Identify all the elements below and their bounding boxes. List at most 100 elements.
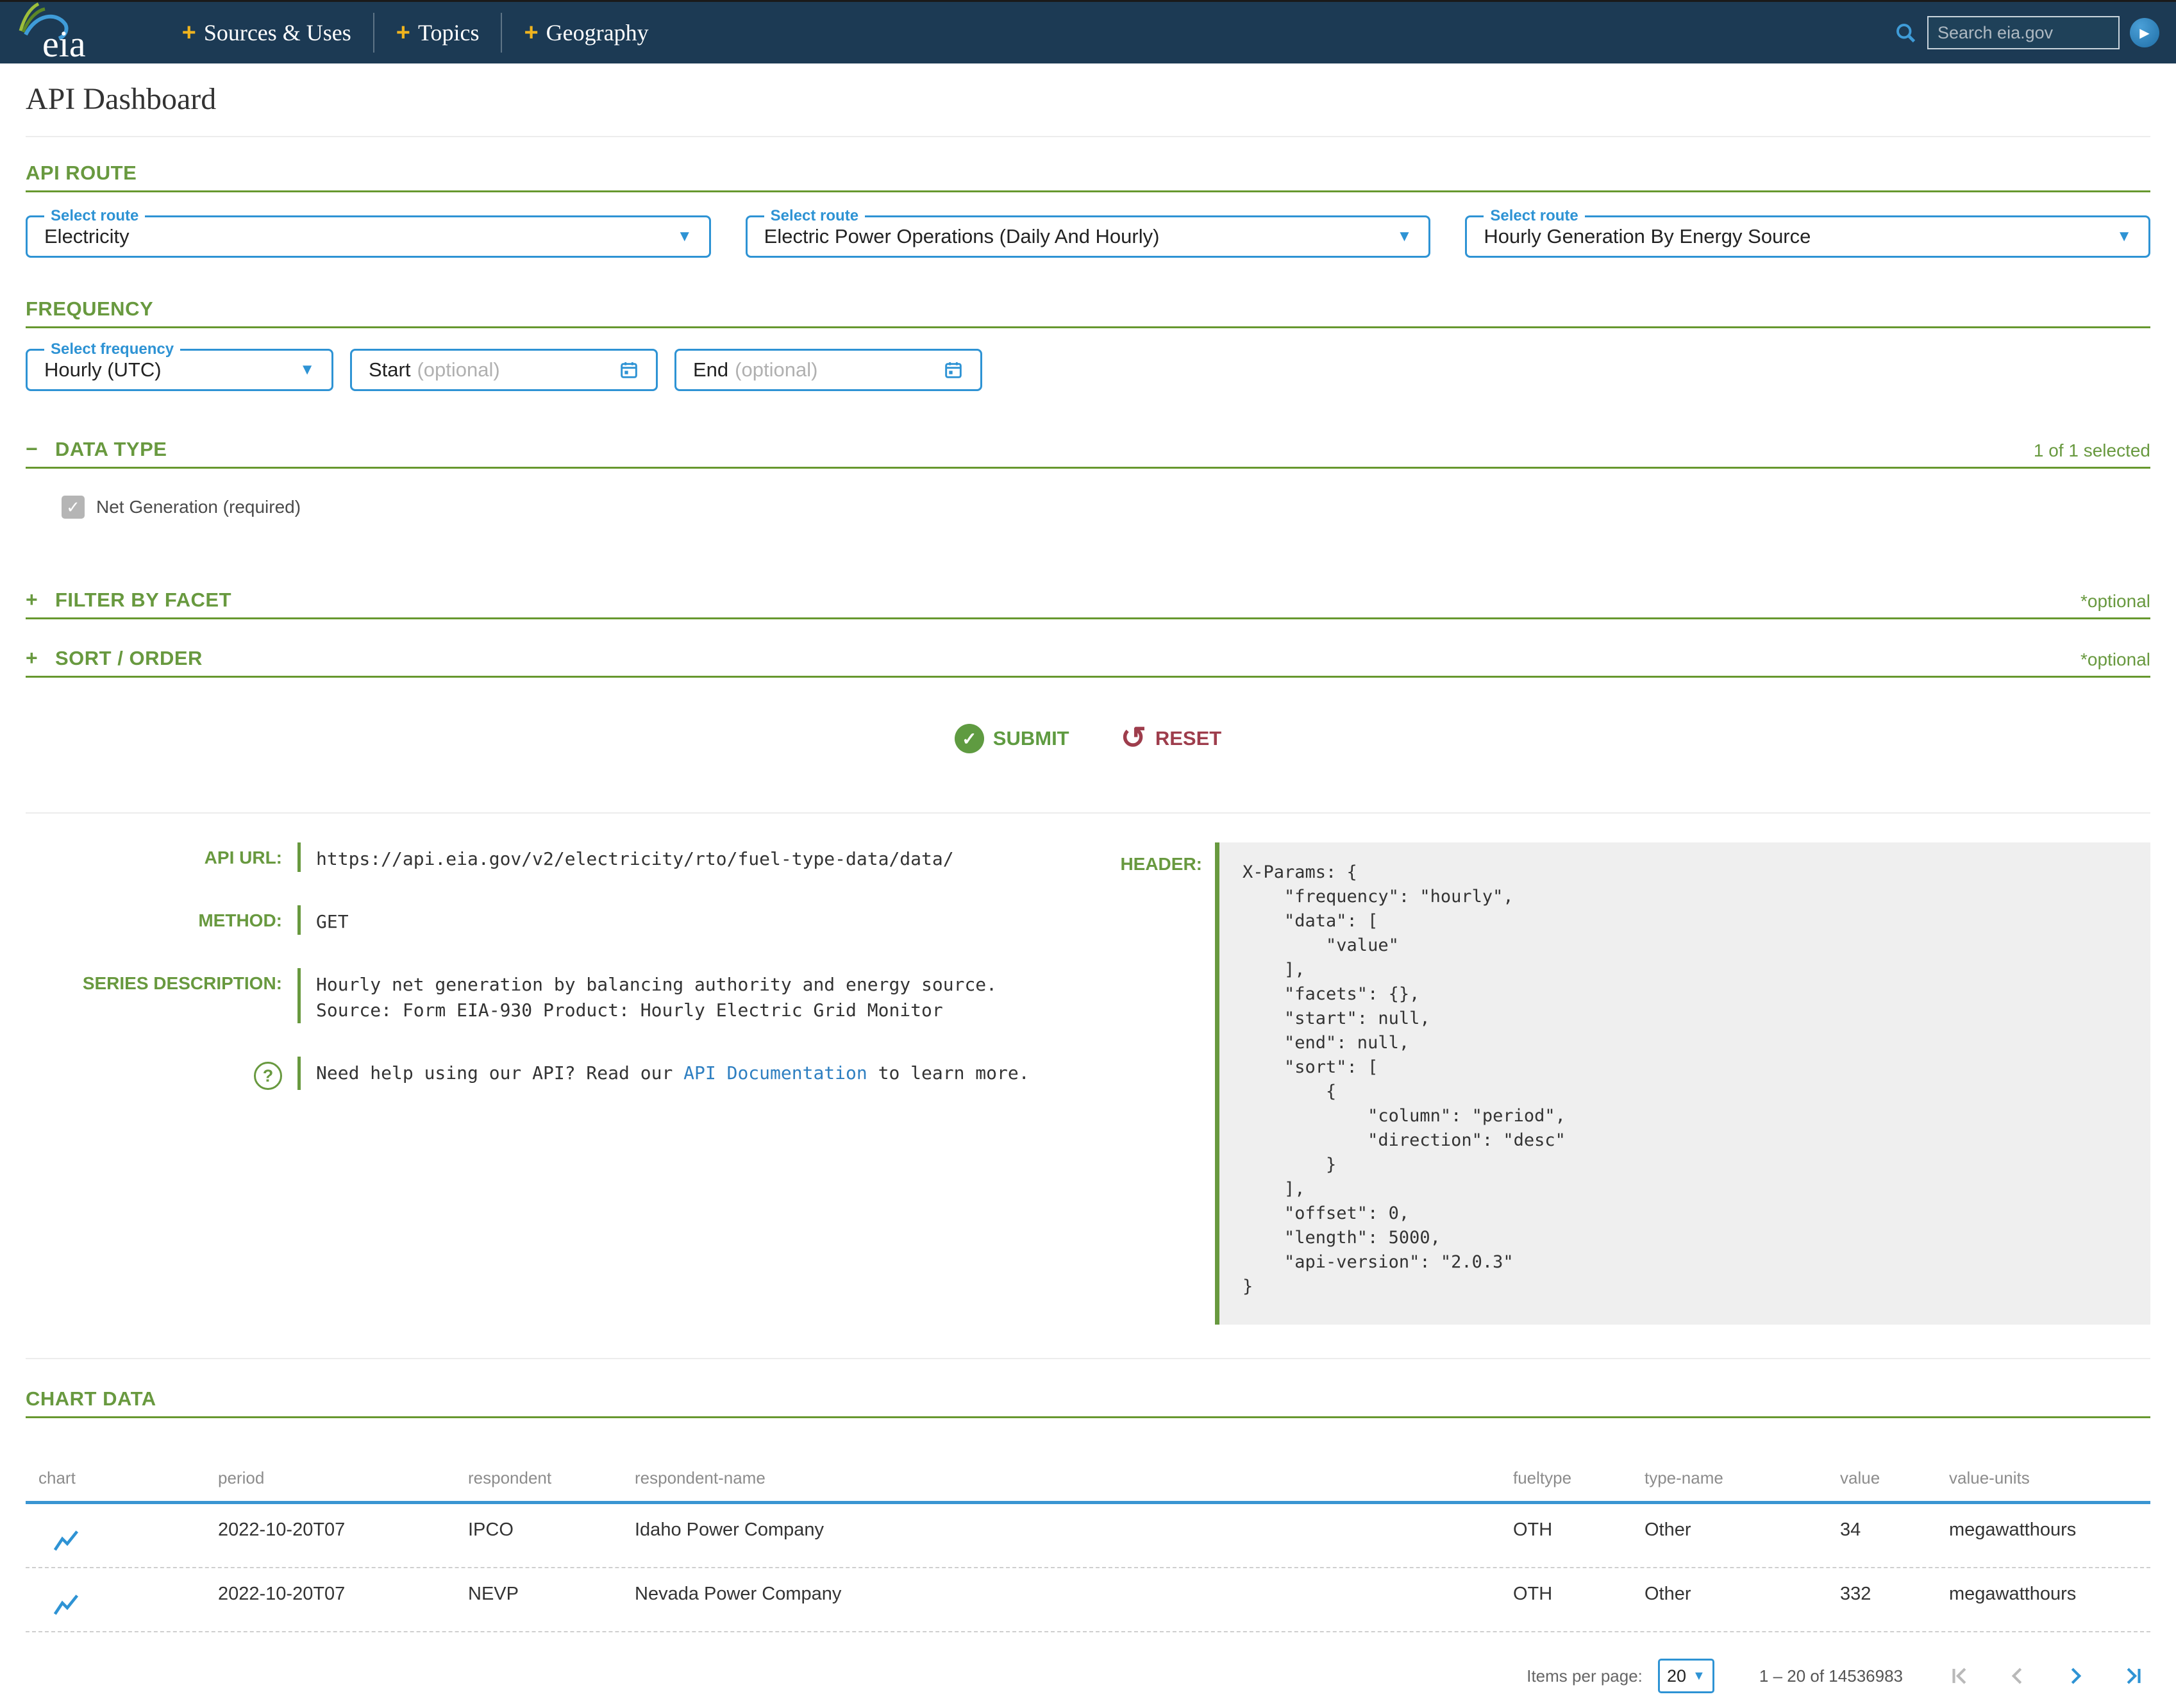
search-input[interactable] — [1927, 16, 2120, 49]
api-details-right: HEADER: X-Params: { "frequency": "hourly… — [1090, 842, 2150, 1325]
next-page-icon[interactable] — [2063, 1664, 2088, 1688]
header-code-block: X-Params: { "frequency": "hourly", "data… — [1215, 842, 2150, 1325]
last-page-icon[interactable] — [2121, 1664, 2145, 1688]
divider — [26, 812, 2150, 814]
pagination-bar: Items per page: 20 ▼ 1 – 20 of 14536983 — [0, 1644, 2176, 1708]
cell-value: 332 — [1840, 1584, 1949, 1631]
expand-plus-icon[interactable]: + — [26, 588, 55, 612]
cell-type-name: Other — [1645, 1520, 1840, 1567]
eia-logo-text: eia — [42, 26, 86, 63]
method-value: GET — [316, 905, 1090, 935]
help-text: Need help using our API? Read our API Do… — [316, 1057, 1090, 1090]
previous-page-icon[interactable] — [2005, 1664, 2030, 1688]
plus-icon: + — [524, 21, 538, 45]
api-documentation-link[interactable]: API Documentation — [683, 1062, 867, 1084]
expand-plus-icon[interactable]: + — [26, 646, 55, 670]
check-icon: ✓ — [66, 498, 80, 517]
top-navbar: eia + Sources & Uses + Topics + Geograph… — [0, 2, 2176, 63]
eia-logo[interactable]: eia — [17, 3, 86, 63]
col-header-value: value — [1840, 1468, 1949, 1488]
data-type-section-header[interactable]: − DATA TYPE 1 of 1 selected — [26, 437, 2150, 469]
cell-value: 34 — [1840, 1520, 1949, 1567]
first-page-icon[interactable] — [1948, 1664, 1972, 1688]
frequency-heading: FREQUENCY — [26, 297, 153, 320]
chevron-down-icon: ▼ — [1693, 1669, 1705, 1684]
help-text-suffix: to learn more. — [867, 1062, 1030, 1084]
nav-item-sources-uses[interactable]: + Sources & Uses — [182, 19, 351, 46]
chart-data-heading: CHART DATA — [26, 1387, 156, 1410]
api-route-heading: API ROUTE — [26, 162, 137, 184]
check-icon: ✓ — [962, 728, 976, 749]
start-date-field[interactable]: Start (optional) — [350, 349, 658, 391]
header-label: HEADER: — [1090, 842, 1202, 1325]
filter-facet-optional-label: *optional — [2080, 591, 2150, 612]
end-date-field[interactable]: End (optional) — [674, 349, 982, 391]
col-header-period: period — [218, 1468, 468, 1488]
submit-button[interactable]: ✓ SUBMIT — [955, 724, 1069, 753]
green-bar — [297, 905, 301, 935]
col-header-respondent-name: respondent-name — [635, 1468, 1513, 1488]
cell-fueltype: OTH — [1513, 1520, 1645, 1567]
reset-icon: ↺ — [1121, 727, 1146, 750]
nav-separator — [501, 13, 502, 53]
reset-button[interactable]: ↺ RESET — [1121, 724, 1222, 753]
cell-respondent-name: Nevada Power Company — [635, 1584, 1513, 1631]
cell-value-units: megawatthours — [1949, 1584, 2150, 1631]
route-select-2-value: Electric Power Operations (Daily And Hou… — [764, 225, 1160, 248]
start-date-placeholder: (optional) — [417, 358, 499, 381]
route-select-1[interactable]: Select route Electricity ▼ — [26, 215, 711, 258]
api-url-value: https://api.eia.gov/v2/electricity/rto/f… — [316, 842, 1090, 872]
filter-facet-section-header[interactable]: + FILTER BY FACET *optional — [26, 588, 2150, 619]
nav-item-topics[interactable]: + Topics — [396, 19, 480, 46]
data-type-selected-count: 1 of 1 selected — [2034, 440, 2150, 461]
route-select-3[interactable]: Select route Hourly Generation By Energy… — [1465, 215, 2150, 258]
api-details-left: API URL: https://api.eia.gov/v2/electric… — [26, 842, 1090, 1325]
divider — [26, 1358, 2150, 1359]
cell-value-units: megawatthours — [1949, 1520, 2150, 1567]
series-description-label: SERIES DESCRIPTION: — [26, 968, 282, 1023]
green-bar — [297, 1057, 301, 1090]
frequency-select-label: Select frequency — [44, 340, 180, 358]
search-icon — [1894, 21, 1917, 44]
series-description-line1: Hourly net generation by balancing autho… — [316, 972, 1090, 998]
data-type-heading: DATA TYPE — [55, 438, 167, 461]
calendar-icon[interactable] — [943, 360, 964, 380]
cell-respondent: IPCO — [468, 1520, 635, 1567]
net-generation-checkbox[interactable]: ✓ — [62, 496, 85, 519]
sort-order-section-header[interactable]: + SORT / ORDER *optional — [26, 646, 2150, 678]
sort-order-heading: SORT / ORDER — [55, 647, 203, 670]
chevron-down-icon: ▼ — [2116, 228, 2132, 246]
route-select-3-value: Hourly Generation By Energy Source — [1484, 225, 1811, 248]
items-per-page-select[interactable]: 20 ▼ — [1658, 1659, 1714, 1693]
search-go-button[interactable]: ▶ — [2130, 18, 2159, 47]
cell-period: 2022-10-20T07 — [218, 1520, 468, 1567]
cell-respondent: NEVP — [468, 1584, 635, 1631]
page-title: API Dashboard — [26, 81, 2150, 117]
nav-item-label: Sources & Uses — [204, 19, 351, 46]
nav-separator — [373, 13, 374, 53]
help-text-prefix: Need help using our API? Read our — [316, 1062, 683, 1084]
chart-line-icon[interactable] — [38, 1520, 218, 1567]
nav-item-geography[interactable]: + Geography — [524, 19, 648, 46]
sort-order-optional-label: *optional — [2080, 649, 2150, 670]
table-row: 2022-10-20T07 NEVP Nevada Power Company … — [26, 1568, 2150, 1632]
series-description-value: Hourly net generation by balancing autho… — [316, 968, 1090, 1023]
plus-icon: + — [182, 21, 196, 45]
cell-respondent-name: Idaho Power Company — [635, 1520, 1513, 1567]
chart-line-icon[interactable] — [38, 1584, 218, 1631]
green-bar — [297, 968, 301, 1023]
end-date-label: End — [693, 358, 728, 381]
route-select-3-label: Select route — [1484, 207, 1584, 225]
col-header-chart: chart — [38, 1468, 218, 1488]
route-select-1-label: Select route — [44, 207, 145, 225]
help-icon: ? — [254, 1062, 282, 1090]
route-select-2[interactable]: Select route Electric Power Operations (… — [746, 215, 1431, 258]
green-bar — [297, 842, 301, 872]
collapse-minus-icon[interactable]: − — [26, 437, 55, 461]
question-mark-icon: ? — [263, 1066, 274, 1086]
cell-fueltype: OTH — [1513, 1584, 1645, 1631]
calendar-icon[interactable] — [619, 360, 639, 380]
go-arrow-icon: ▶ — [2139, 25, 2149, 41]
frequency-select[interactable]: Select frequency Hourly (UTC) ▼ — [26, 349, 333, 391]
reset-button-label: RESET — [1155, 727, 1221, 750]
